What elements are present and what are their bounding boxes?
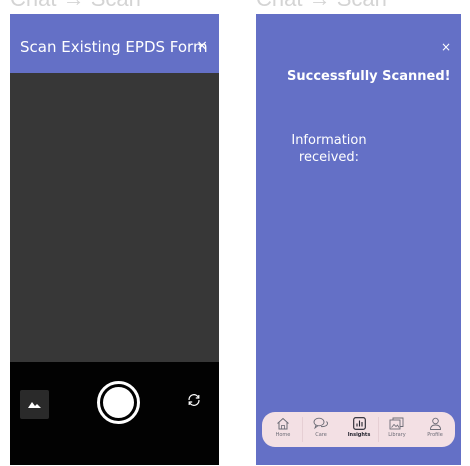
close-icon[interactable]: × — [196, 38, 208, 54]
tab-profile[interactable]: Profile — [416, 412, 454, 447]
information-received-label: Information received: — [291, 133, 367, 165]
bottom-tab-bar: Home Care Insights Library Profile — [262, 412, 455, 447]
gallery-button[interactable] — [20, 390, 49, 419]
tab-label-library: Library — [388, 432, 406, 438]
result-screen: × Successfully Scanned! Information rece… — [256, 14, 461, 465]
tab-care[interactable]: Care — [302, 412, 340, 447]
tab-home[interactable]: Home — [264, 412, 302, 447]
library-icon — [389, 417, 404, 430]
mountain-icon — [28, 402, 41, 408]
flip-camera-icon[interactable] — [186, 392, 202, 408]
tab-label-profile: Profile — [427, 432, 443, 438]
shutter-button[interactable] — [97, 381, 140, 424]
tab-insights[interactable]: Insights — [340, 412, 378, 447]
bar-chart-icon — [352, 417, 366, 430]
tab-library[interactable]: Library — [378, 412, 416, 447]
frame-title-right: Chat → Scan — [256, 0, 387, 12]
scan-title: Scan Existing EPDS Form — [20, 38, 208, 56]
scan-screen: Scan Existing EPDS Form × — [10, 14, 219, 465]
tab-label-care: Care — [315, 432, 327, 438]
frame-title-left: Chat → Scan — [10, 0, 141, 12]
result-title: Successfully Scanned! — [287, 69, 451, 84]
tab-label-home: Home — [275, 432, 291, 438]
chat-bubbles-icon — [313, 417, 328, 430]
close-icon[interactable]: × — [441, 40, 451, 54]
scan-header: Scan Existing EPDS Form × — [10, 14, 219, 73]
profile-icon — [429, 417, 441, 430]
tab-label-insights: Insights — [347, 432, 371, 438]
shutter-inner — [103, 387, 134, 418]
home-icon — [277, 417, 289, 430]
camera-preview — [10, 73, 219, 362]
camera-controls — [10, 362, 219, 465]
